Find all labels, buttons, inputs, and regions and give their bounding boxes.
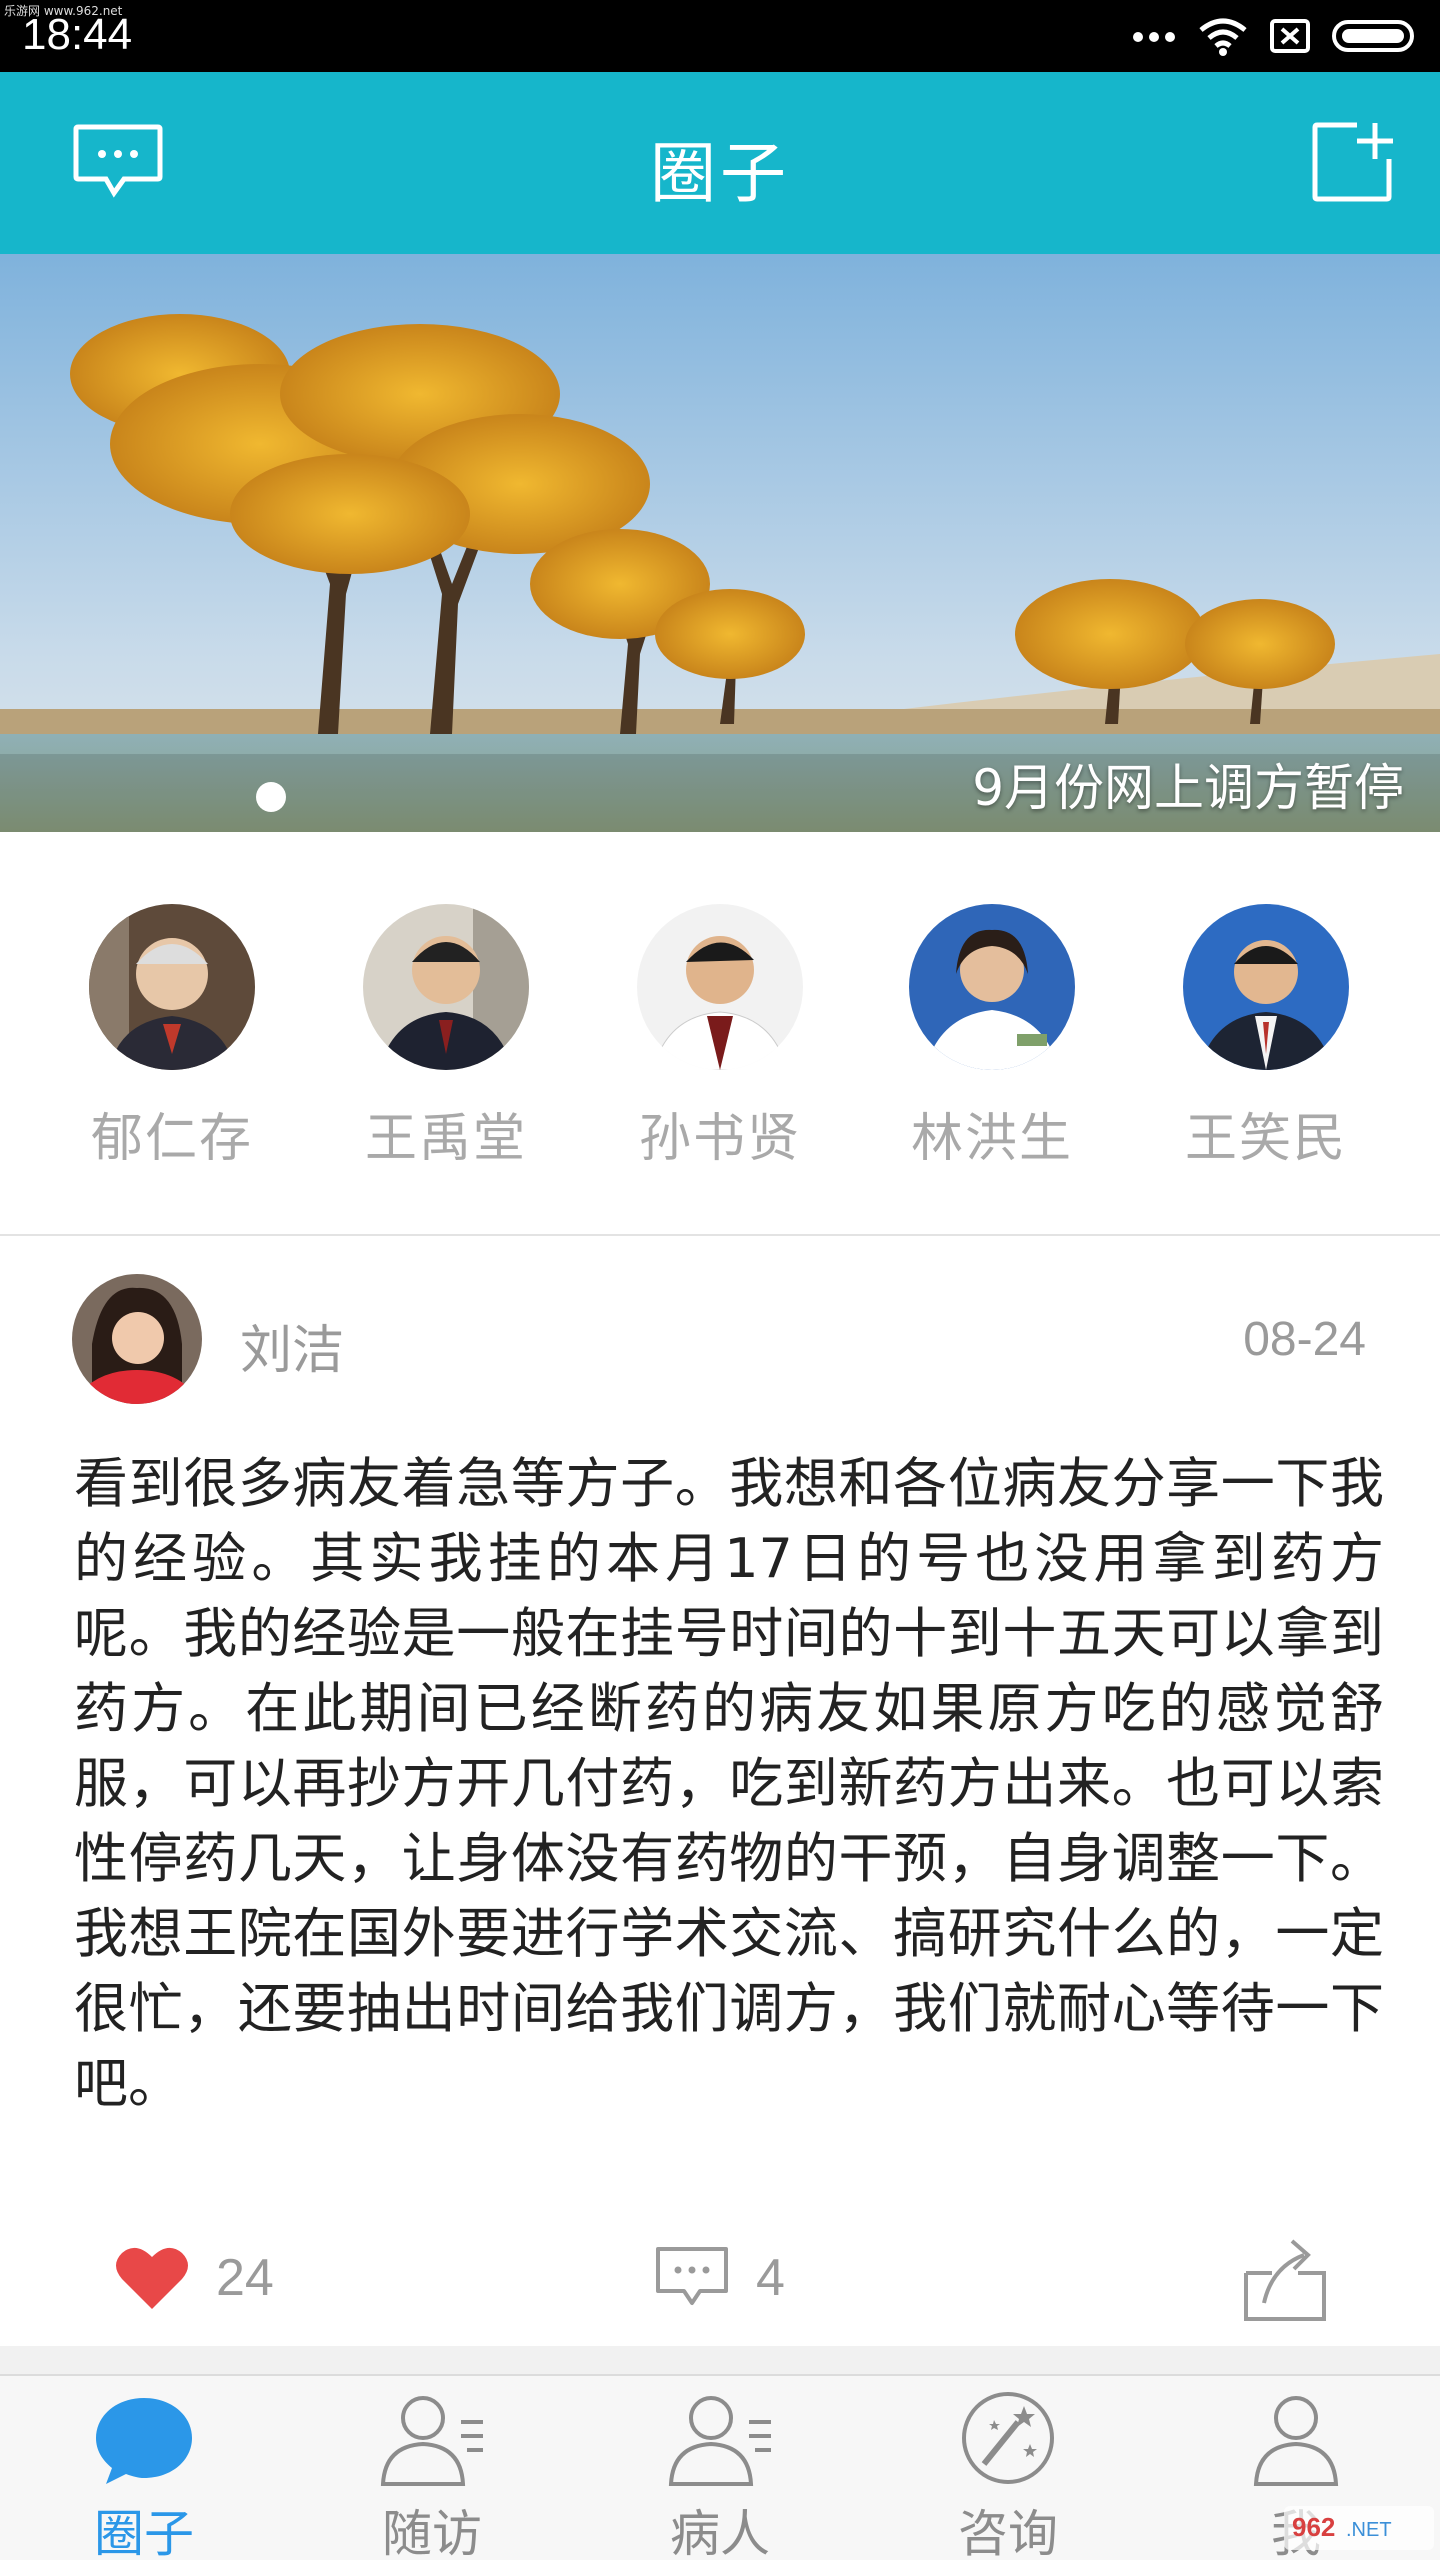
svg-text:.NET: .NET	[1346, 2519, 1392, 2541]
carousel-dot-active[interactable]	[256, 782, 286, 812]
avatar	[1183, 904, 1349, 1070]
author-photo	[72, 1274, 202, 1404]
post-card[interactable]: 刘洁 08-24 看到很多病友着急等方子。我想和各位病友分享一下我的经验。其实我…	[0, 1238, 1440, 2348]
tab-label: 随访	[382, 2505, 482, 2560]
avatar	[909, 904, 1075, 1070]
expert-name: 王笑民	[1184, 1109, 1347, 1169]
new-post-button[interactable]	[1304, 120, 1400, 204]
expert-item[interactable]: 郁仁存	[72, 904, 272, 1171]
battery-icon	[1332, 20, 1414, 52]
banner-image	[0, 254, 1440, 832]
post-actions: 24 4	[0, 2228, 1440, 2328]
post-content: 看到很多病友着急等方子。我想和各位病友分享一下我的经验。其实我挂的本月17日的号…	[74, 1452, 1384, 2115]
comment-button[interactable]: 4	[654, 2228, 785, 2328]
svg-text:962: 962	[1292, 2512, 1335, 2542]
share-button[interactable]	[1242, 2228, 1328, 2328]
follow-up-icon	[288, 2376, 576, 2488]
avatar	[363, 904, 529, 1070]
no-sim-icon	[1270, 19, 1310, 53]
expert-name: 王禹堂	[364, 1109, 527, 1169]
status-icons	[1132, 14, 1420, 58]
post-author[interactable]: 刘洁	[240, 1308, 344, 1383]
new-post-icon	[1312, 122, 1393, 202]
page-title: 圈子	[650, 135, 790, 212]
expert-name: 郁仁存	[90, 1109, 253, 1169]
more-dots-icon	[1133, 32, 1175, 42]
expert-photo	[637, 904, 803, 1070]
expert-item[interactable]: 林洪生	[892, 904, 1092, 1171]
bottom-navigation: 圈子 随访 病人 咨询 我 962.NET	[0, 2374, 1440, 2560]
expert-item[interactable]: 王笑民	[1166, 904, 1366, 1171]
patient-icon	[576, 2376, 864, 2488]
share-icon	[1244, 2239, 1326, 2321]
expert-photo	[363, 904, 529, 1070]
expert-name: 孙书贤	[638, 1109, 801, 1169]
status-time: 18:44	[22, 10, 133, 59]
section-divider	[0, 2346, 1440, 2374]
post-date: 08-24	[1243, 1313, 1366, 1366]
like-button[interactable]: 24	[114, 2228, 274, 2328]
tab-label: 圈子	[94, 2505, 194, 2560]
tab-follow-up[interactable]: 随访	[288, 2376, 576, 2560]
chat-bubble-icon	[0, 2376, 288, 2488]
heart-icon	[116, 2247, 188, 2309]
tab-circle[interactable]: 圈子	[0, 2376, 288, 2560]
avatar	[89, 904, 255, 1070]
comment-icon	[656, 2247, 728, 2305]
brand-logo: 962 .NET	[1284, 2506, 1434, 2550]
like-count: 24	[216, 2249, 274, 2307]
avatar[interactable]	[72, 1274, 202, 1404]
banner-carousel[interactable]: 9月份网上调方暂停	[0, 254, 1440, 832]
expert-photo	[1183, 904, 1349, 1070]
tab-patients[interactable]: 病人	[576, 2376, 864, 2560]
experts-row: 郁仁存 王禹堂 孙书贤 林洪生 王笑民	[0, 832, 1440, 1236]
tab-label: 咨询	[958, 2505, 1058, 2560]
consult-icon	[864, 2376, 1152, 2488]
avatar	[637, 904, 803, 1070]
app-screen: 乐游网 www.962.net 18:44 圈子 9月份网上调方暂停 郁仁存 王…	[0, 0, 1440, 2560]
expert-photo	[909, 904, 1075, 1070]
expert-photo	[89, 904, 255, 1070]
tab-label: 病人	[670, 2505, 770, 2560]
expert-name: 林洪生	[910, 1109, 1073, 1169]
banner-caption: 9月份网上调方暂停	[972, 759, 1404, 817]
tab-consult[interactable]: 咨询	[864, 2376, 1152, 2560]
wifi-icon	[1199, 18, 1247, 56]
status-bar: 乐游网 www.962.net 18:44	[0, 0, 1440, 72]
expert-item[interactable]: 孙书贤	[620, 904, 820, 1171]
expert-item[interactable]: 王禹堂	[346, 904, 546, 1171]
app-bar: 圈子	[0, 72, 1440, 254]
comment-count: 4	[756, 2249, 785, 2307]
profile-icon	[1152, 2376, 1440, 2488]
